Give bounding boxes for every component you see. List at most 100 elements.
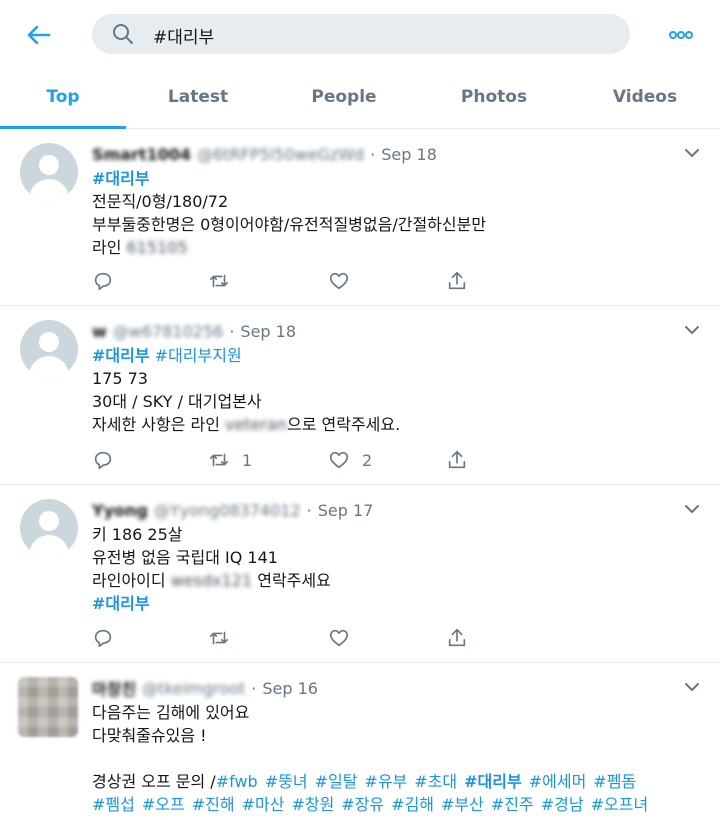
tab-latest[interactable]: Latest xyxy=(136,66,260,128)
more-dots-icon[interactable] xyxy=(666,20,696,50)
user-handle[interactable]: @tkeimgroot xyxy=(142,679,245,698)
tweet-actions xyxy=(92,269,562,293)
retweet-button[interactable] xyxy=(208,626,230,650)
user-handle[interactable]: @6tRFP5l50weGzWd xyxy=(197,145,364,164)
chevron-down-icon[interactable] xyxy=(683,321,701,339)
tweet-actions: 1 2 xyxy=(92,448,562,472)
avatar[interactable] xyxy=(20,499,78,557)
tweet-date[interactable]: Sep 16 xyxy=(262,679,318,698)
user-name[interactable]: 마창친 xyxy=(92,676,136,700)
tab-top[interactable]: Top xyxy=(0,66,126,129)
hashtag-link[interactable]: #대리부 xyxy=(464,772,522,791)
tweet-line-prefix: 자세한 사항은 라인 xyxy=(92,415,220,434)
reply-button[interactable] xyxy=(92,448,114,472)
user-name[interactable]: w xyxy=(92,322,107,341)
avatar[interactable] xyxy=(20,320,78,378)
hashtag-link[interactable]: #유부 xyxy=(364,772,407,791)
tweet-line: 전문직/0형/180/72 xyxy=(92,192,229,211)
hashtag-link[interactable]: #뚱녀 xyxy=(265,772,308,791)
hashtag-link[interactable]: #마산 xyxy=(242,795,285,814)
hashtag-link[interactable]: #펨섭 xyxy=(92,795,135,814)
heart-icon xyxy=(329,629,349,647)
hashtag-link[interactable]: #창원 xyxy=(291,795,334,814)
hashtag-link[interactable]: #초대 xyxy=(414,772,457,791)
tweet-line: 유전병 없음 국립대 IQ 141 xyxy=(92,548,278,567)
share-button[interactable] xyxy=(446,269,468,293)
hashtag-link[interactable]: #fwb xyxy=(216,772,258,791)
tweet-header: Yyong @Yyong08374012 · Sep 17 xyxy=(92,500,374,520)
top-bar: #대리부 xyxy=(0,0,720,66)
search-icon xyxy=(113,24,133,44)
hashtag-link[interactable]: #진해 xyxy=(192,795,235,814)
like-button[interactable] xyxy=(328,269,350,293)
tweet-line-prefix: 라인아이디 xyxy=(92,571,166,590)
tab-people[interactable]: People xyxy=(280,66,408,128)
tweet-text: 다음주는 김해에 있어요 다맞춰줄슈있음 ! 경상권 오프 문의 /#fwb #뚱… xyxy=(92,701,702,816)
hashtag-row: 경상권 오프 문의 /#fwb #뚱녀 #일탈 #유부 #초대 #대리부 #에세머 #펨돔 xyxy=(92,770,702,793)
tweet-header: 마창친 @tkeimgroot · Sep 16 xyxy=(92,676,318,700)
hashtag-link[interactable]: #오프 xyxy=(142,795,185,814)
user-handle[interactable]: @w67810256 xyxy=(113,322,224,341)
tweet-line: 부부둘중한명은 0형이어야함/유전적질병없음/간절하신분만 xyxy=(92,215,487,234)
tweet-line: 키 186 25살 xyxy=(92,525,183,544)
hashtag-link[interactable]: #대리부지원 xyxy=(155,346,242,365)
tweet-line: 30대 / SKY / 대기업본사 xyxy=(92,392,262,411)
tweet[interactable]: Yyong @Yyong08374012 · Sep 17 키 186 25살 … xyxy=(0,485,720,663)
retweet-button[interactable]: 1 xyxy=(208,448,252,472)
user-name[interactable]: Smart1004 xyxy=(92,145,191,164)
like-button[interactable]: 2 xyxy=(328,448,372,472)
reply-icon xyxy=(94,629,112,648)
retweet-icon xyxy=(209,453,229,467)
arrow-left-icon[interactable] xyxy=(24,20,54,50)
tweet-line: 다음주는 김해에 있어요 xyxy=(92,703,250,722)
hashtag-link[interactable]: #김해 xyxy=(391,795,434,814)
hashtag-link[interactable]: #대리부 xyxy=(92,594,150,613)
hashtag-link[interactable]: #일탈 xyxy=(315,772,358,791)
search-box[interactable]: #대리부 xyxy=(92,14,630,54)
chevron-down-icon[interactable] xyxy=(683,678,701,696)
share-button[interactable] xyxy=(446,448,468,472)
hashtag-link[interactable]: #대리부 xyxy=(92,346,150,365)
hashtag-link[interactable]: #진주 xyxy=(491,795,534,814)
tweet[interactable]: 마창친 @tkeimgroot · Sep 16 다음주는 김해에 있어요 다맞… xyxy=(0,663,720,820)
tweet-date[interactable]: Sep 18 xyxy=(240,322,296,341)
hashtag-link[interactable]: #에세머 xyxy=(529,772,587,791)
reply-button[interactable] xyxy=(92,269,114,293)
tweet-line-prefix: 라인 xyxy=(92,238,122,257)
hashtag-link[interactable]: #오프녀 xyxy=(591,795,649,814)
tweet[interactable]: Smart1004 @6tRFP5l50weGzWd · Sep 18 #대리부… xyxy=(0,129,720,306)
like-button[interactable] xyxy=(328,626,350,650)
share-icon xyxy=(448,628,466,647)
search-input[interactable]: #대리부 xyxy=(153,23,214,48)
tweet[interactable]: w @w67810256 · Sep 18 #대리부 #대리부지원 175 73… xyxy=(0,306,720,485)
heart-icon xyxy=(329,272,349,290)
hashtag-link[interactable]: #부산 xyxy=(441,795,484,814)
tweet-line: 175 73 xyxy=(92,369,148,388)
retweet-count: 1 xyxy=(242,450,253,470)
like-count: 2 xyxy=(362,450,373,470)
share-button[interactable] xyxy=(446,626,468,650)
tweet-text: 키 186 25살 유전병 없음 국립대 IQ 141 라인아이디 wesdx1… xyxy=(92,523,702,615)
chevron-down-icon[interactable] xyxy=(683,500,701,518)
hashtag-link[interactable]: #경남 xyxy=(541,795,584,814)
reply-icon xyxy=(94,272,112,291)
tab-videos[interactable]: Videos xyxy=(580,66,710,128)
search-tabs: Top Latest People Photos Videos xyxy=(0,66,720,129)
tweet-date[interactable]: Sep 18 xyxy=(381,145,437,164)
user-handle[interactable]: @Yyong08374012 xyxy=(154,501,301,520)
user-name[interactable]: Yyong xyxy=(92,501,148,520)
hashtag-link[interactable]: #대리부 xyxy=(92,169,150,188)
tweet-date[interactable]: Sep 17 xyxy=(318,501,374,520)
chevron-down-icon[interactable] xyxy=(683,144,701,162)
retweet-button[interactable] xyxy=(208,269,230,293)
avatar[interactable] xyxy=(18,677,78,737)
hashtag-link[interactable]: #장유 xyxy=(341,795,384,814)
tweet-text: #대리부 전문직/0형/180/72 부부둘중한명은 0형이어야함/유전적질병없… xyxy=(92,167,702,259)
hashtag-link[interactable]: #펨돔 xyxy=(593,772,636,791)
redacted-id: 615105 xyxy=(126,238,188,257)
reply-button[interactable] xyxy=(92,626,114,650)
tweet-line-suffix: 으로 연락주세요. xyxy=(286,415,401,434)
tab-photos[interactable]: Photos xyxy=(430,66,558,128)
redacted-id: veteran xyxy=(225,415,287,434)
avatar[interactable] xyxy=(20,143,78,201)
